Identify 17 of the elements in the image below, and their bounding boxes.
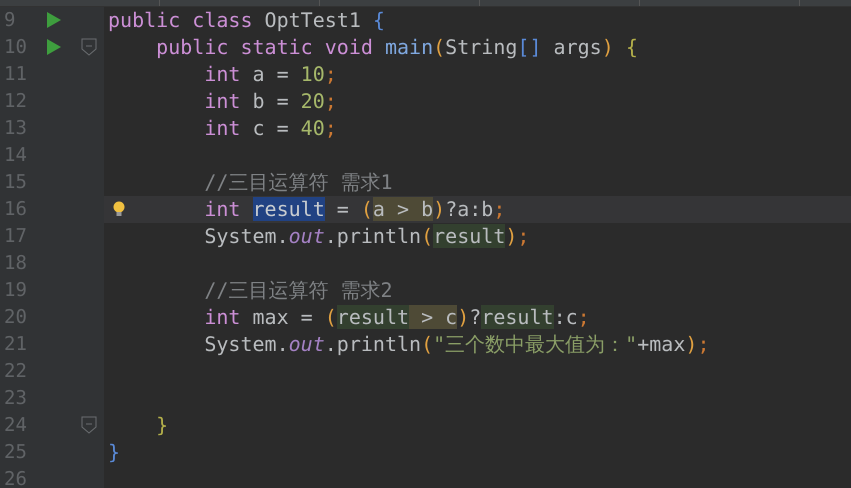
code-line: //三目运算符 需求2 [203,277,394,304]
run-icon[interactable] [46,11,62,29]
run-icon[interactable] [46,38,62,56]
code-line: System.out.println("三个数中最大值为："+max); [203,331,710,358]
lightbulb-icon[interactable] [113,201,125,217]
code-line: int max = (result > c)?result:c; [203,304,591,331]
code-line: //三目运算符 需求1 [203,169,394,196]
code-line: System.out.println(result); [203,223,530,250]
code-line: } [155,412,170,439]
code-line: int b = 20; [203,88,338,115]
code-line: public static void main(String[] args) { [155,34,639,61]
fold-icon[interactable] [81,416,97,434]
code-line: public class OptTest1 { [107,7,386,34]
fold-icon[interactable] [81,38,97,56]
code-line: int c = 40; [203,115,338,142]
code-line: } [107,439,122,466]
code-line: int a = 10; [203,61,338,88]
